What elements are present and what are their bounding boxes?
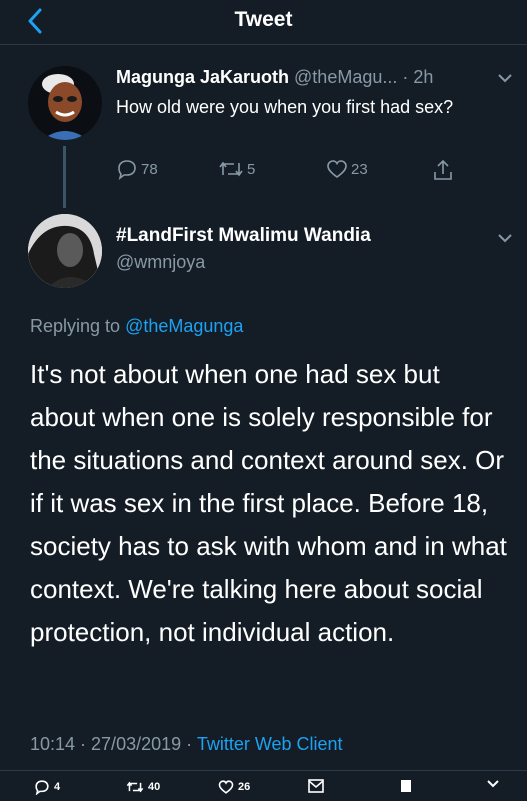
- top-nav-bar: Tweet: [0, 0, 527, 45]
- heart-icon: [327, 160, 347, 178]
- parent-retweet-count: 5: [247, 160, 256, 178]
- like-count: 26: [238, 781, 251, 793]
- replying-to-line: Replying to @theMagunga: [30, 316, 243, 337]
- reply-count: 4: [54, 781, 61, 793]
- like-button[interactable]: 26: [218, 779, 250, 795]
- reply-icon: [35, 780, 49, 795]
- parent-tweet-menu-button[interactable]: [497, 70, 513, 88]
- parent-share-button[interactable]: [432, 158, 454, 182]
- parent-author-handle[interactable]: @theMagu...: [294, 67, 397, 87]
- parent-like-button[interactable]: 23: [326, 158, 368, 180]
- tweet-action-bar: 4 40 26: [0, 770, 527, 801]
- bookmark-icon: [401, 780, 411, 792]
- replying-to-link[interactable]: @theMagunga: [125, 316, 243, 336]
- more-options-button[interactable]: [486, 779, 500, 789]
- reply-author-name[interactable]: #LandFirst Mwalimu Wandia: [116, 225, 371, 247]
- parent-author-line[interactable]: Magunga JaKaruoth @theMagu... · 2h: [116, 67, 433, 88]
- parent-reply-button[interactable]: 78: [116, 158, 158, 180]
- parent-tweet-time: · 2h: [402, 67, 434, 87]
- replying-to-label: Replying to: [30, 316, 121, 336]
- direct-message-button[interactable]: [308, 779, 324, 793]
- parent-retweet-button[interactable]: 5: [218, 158, 255, 180]
- tweet-timestamp: 10:14 · 27/03/2019 ·: [30, 734, 193, 754]
- thread-connector: [63, 146, 66, 208]
- retweet-icon: [219, 161, 243, 177]
- reply-tweet-menu-button[interactable]: [497, 230, 513, 248]
- bookmark-button[interactable]: [400, 779, 412, 793]
- reply-icon: [118, 160, 136, 180]
- heart-icon: [218, 780, 234, 794]
- parent-reply-count: 78: [141, 160, 158, 178]
- reply-button[interactable]: 4: [34, 779, 60, 795]
- reply-tweet-body: It's not about when one had sex but abou…: [30, 359, 507, 647]
- parent-author-avatar[interactable]: [28, 66, 102, 140]
- parent-author-name[interactable]: Magunga JaKaruoth: [116, 67, 289, 87]
- page-title: Tweet: [234, 8, 293, 31]
- envelope-icon: [308, 779, 324, 793]
- reply-author-handle[interactable]: @wmnjoya: [116, 252, 205, 273]
- tweet-meta: 10:14 · 27/03/2019 · Twitter Web Client: [30, 734, 343, 755]
- reply-author-avatar[interactable]: [28, 214, 102, 288]
- parent-tweet-actions: 78 5 23: [116, 158, 476, 184]
- chevron-down-icon: [487, 780, 499, 788]
- retweet-icon: [126, 781, 144, 793]
- retweet-count: 40: [148, 781, 161, 793]
- tweet-client-link[interactable]: Twitter Web Client: [197, 734, 343, 754]
- share-icon: [434, 159, 452, 180]
- retweet-button[interactable]: 40: [126, 779, 160, 795]
- parent-tweet-text: How old were you when you first had sex?: [116, 97, 454, 117]
- chevron-down-icon: [498, 74, 512, 83]
- parent-like-count: 23: [351, 160, 368, 178]
- chevron-down-icon: [498, 234, 512, 243]
